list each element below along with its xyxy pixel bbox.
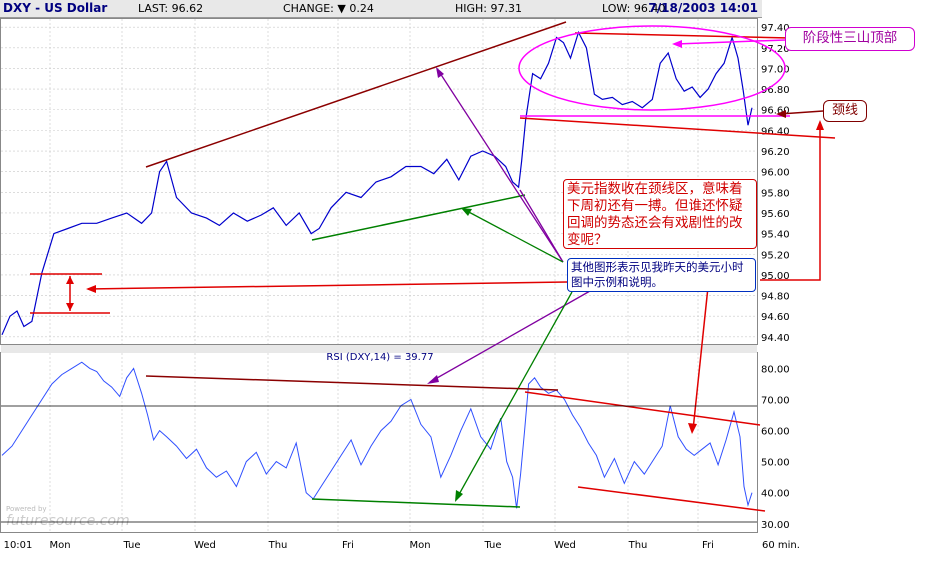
rsi-y-tick-label: 70.00	[761, 396, 790, 407]
rsi-panel	[0, 352, 758, 533]
price-y-tick-label: 96.40	[761, 126, 790, 137]
x-tick-label: Fri	[342, 540, 354, 551]
red-commentary-box: 美元指数收在颈线区，意味着下周初还有一搏。但谁还怀疑回调的势态还会有戏剧性的改变…	[563, 179, 757, 249]
x-ticks: 10:01 Mon Tue Wed Thu Fri Mon Tue Wed Thu Fri	[4, 540, 714, 551]
price-y-tick-label: 95.60	[761, 209, 790, 220]
x-tick-label: Wed	[194, 540, 216, 551]
chart-canvas: 94.4094.6094.8095.0095.2095.4095.6095.80…	[0, 18, 836, 551]
x-tick-label: Fri	[702, 540, 714, 551]
price-y-tick-label: 95.80	[761, 188, 790, 199]
x-tick-label: Thu	[268, 540, 288, 551]
price-y-tick-label: 96.20	[761, 147, 790, 158]
neckline-label: 颈线	[823, 100, 867, 122]
price-y-tick-label: 94.60	[761, 312, 790, 323]
x-tick-label: Tue	[122, 540, 140, 551]
price-y-tick-label: 94.80	[761, 292, 790, 303]
rsi-y-tick-label: 50.00	[761, 458, 790, 469]
x-tick-label: Mon	[409, 540, 430, 551]
x-tick-label: Tue	[483, 540, 501, 551]
x-units: 60 min.	[762, 540, 800, 551]
rsi-y-tick-label: 80.00	[761, 364, 790, 375]
blue-note-box: 其他图形表示见我昨天的美元小时图中示例和说明。	[567, 258, 756, 292]
price-y-tick-label: 95.40	[761, 230, 790, 241]
powered-by: Powered by	[6, 505, 47, 513]
watermark: futuresource.com	[6, 513, 130, 529]
x-tick-label: Wed	[554, 540, 576, 551]
rsi-y-tick-label: 40.00	[761, 489, 790, 500]
rsi-y-ticks: 30.00 40.00 50.00 60.00 70.00 80.00	[761, 364, 790, 530]
price-y-tick-label: 95.20	[761, 250, 790, 261]
x-tick-label: Mon	[49, 540, 70, 551]
x-tick-label: Thu	[628, 540, 648, 551]
rsi-y-tick-label: 30.00	[761, 520, 790, 531]
rsi-y-tick-label: 60.00	[761, 427, 790, 438]
x-tick-label: 10:01	[4, 540, 33, 551]
price-y-tick-label: 96.00	[761, 168, 790, 179]
neckline-pointer-arrowhead	[816, 120, 824, 130]
price-y-tick-label: 94.40	[761, 333, 790, 344]
triple-top-label: 阶段性三山顶部	[785, 27, 915, 51]
rsi-title: RSI (DXY,14) = 39.77	[326, 352, 433, 363]
